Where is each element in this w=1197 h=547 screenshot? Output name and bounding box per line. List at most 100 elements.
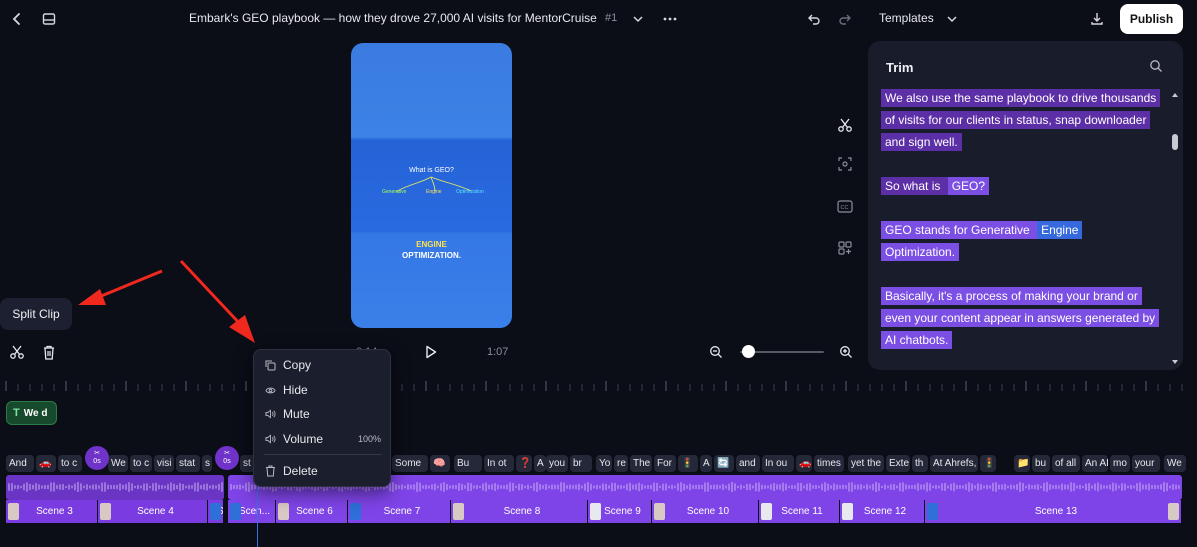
zoom-slider-handle[interactable] [742,345,756,358]
word-chip[interactable]: to c [58,455,82,472]
panel-layout-icon[interactable] [38,8,60,30]
word-chip[interactable]: visi [154,455,174,472]
more-options-icon[interactable] [659,8,681,30]
word-chip[interactable]: 🔄 [714,455,734,472]
scene-clip[interactable]: Scene 9 [588,500,652,523]
transcript-text-selected[interactable]: GEO? [947,177,990,195]
word-track[interactable]: And 🚗 to c We to c visi stat s st Some 🧠 Bu In ot ❓ Ay… [6,455,1186,473]
scene-clip[interactable]: Scen... [228,500,276,523]
templates-dropdown[interactable]: Templates [879,11,934,25]
transcript-text[interactable]: So what is [881,177,948,195]
word-chip[interactable]: We [1164,455,1186,472]
word-chip[interactable]: Bu [454,455,482,472]
scene-clip[interactable]: Scene 13 [925,500,1182,523]
scene-clip[interactable]: Scene 10 [652,500,759,523]
word-chip[interactable]: We [108,455,128,472]
add-elements-icon[interactable] [835,238,855,258]
scissors-icon[interactable] [835,115,855,135]
transcript-paragraph[interactable]: Basically, it's a process of making your… [881,285,1166,351]
word-chip[interactable]: 🧠 [430,455,450,472]
word-chip[interactable]: and [736,455,760,472]
word-chip[interactable]: In ot [484,455,514,472]
word-chip[interactable]: s [202,455,212,472]
focus-icon[interactable] [835,154,855,174]
download-icon[interactable] [1086,8,1108,30]
transcript-paragraph[interactable]: GEO stands for Generative Engine Optimiza… [881,219,1166,263]
split-marker[interactable]: ✂ 0s [215,446,239,470]
word-chip[interactable]: yet the [848,455,884,472]
scene-clip[interactable]: Scene 4 [98,500,208,523]
word-chip[interactable]: stat [176,455,200,472]
word-chip[interactable]: bu [1032,455,1050,472]
word-chip[interactable]: times [814,455,844,472]
word-chip[interactable]: Exte [886,455,910,472]
menu-item-delete[interactable]: Delete [254,460,392,482]
scene-clip[interactable]: Scene 12 [840,500,925,523]
word-chip[interactable]: br [570,455,592,472]
search-icon[interactable] [1149,59,1163,78]
transcript-text[interactable]: GEO stands for Generative [881,221,1038,239]
scene-clip[interactable]: Scene 3 [6,500,98,523]
text-clip[interactable]: T We d [6,401,57,425]
word-chip[interactable]: to c [130,455,152,472]
word-chip[interactable]: Yo [596,455,612,472]
zoom-out-icon[interactable] [706,342,726,362]
timeline-ruler[interactable] [0,378,1197,394]
transcript-scrollbar[interactable] [1171,91,1179,366]
publish-button[interactable]: Publish [1120,4,1183,34]
templates-chevron-icon[interactable] [941,8,963,30]
transcript-paragraph[interactable]: So what is GEO? [881,175,1166,197]
word-chip[interactable]: For [654,455,676,472]
delete-clip-icon[interactable] [39,342,59,362]
word-chip[interactable]: 🚗 [36,455,56,472]
word-chip[interactable]: A [700,455,712,472]
split-marker[interactable]: ✂ 0s [85,446,109,470]
transcript-text[interactable]: Basically, it's a process of making your… [881,287,1160,349]
word-chip[interactable]: ❓ [516,455,532,472]
word-chip[interactable]: 📁 [1014,455,1030,472]
word-chip[interactable]: 🚦 [980,455,996,472]
word-chip[interactable]: of all [1052,455,1080,472]
menu-item-mute[interactable]: Mute [254,403,392,425]
word-chip[interactable]: th [912,455,928,472]
chevron-down-icon[interactable] [627,8,649,30]
word-chip[interactable]: 🚗 [796,455,812,472]
word-chip[interactable]: your [1132,455,1160,472]
zoom-in-icon[interactable] [836,342,856,362]
transcript-text[interactable]: We also use the same playbook to drive t… [881,89,1161,151]
audio-waveform[interactable] [6,475,1182,500]
scene-clip[interactable]: Scene 8 [451,500,588,523]
scene-clip[interactable]: Scene 11 [759,500,840,523]
transcript-text[interactable]: Optimization. [881,243,960,261]
undo-icon[interactable] [803,8,825,30]
scene-clip[interactable]: S [208,500,224,523]
transcript-body[interactable]: We also use the same playbook to drive t… [881,87,1166,367]
split-scissors-icon[interactable] [7,342,27,362]
word-chip[interactable]: In ou [762,455,794,472]
video-preview[interactable]: What is GEO? Generative Engine Optimizat… [351,43,512,328]
word-chip[interactable]: A [534,455,546,472]
word-chip[interactable]: The [630,455,652,472]
play-icon[interactable] [421,342,441,362]
scene-clip[interactable]: Scene 6 [276,500,348,523]
word-chip[interactable]: And [6,455,34,472]
scene-clip[interactable]: Scene 7 [348,500,451,523]
scrollbar-thumb[interactable] [1172,134,1178,150]
transcript-word-current[interactable]: Engine [1037,221,1083,239]
captions-icon[interactable]: CC [835,196,855,216]
menu-item-hide[interactable]: Hide [254,379,392,401]
project-title[interactable]: Embark's GEO playbook — how they drove 2… [189,11,597,25]
word-chip[interactable]: 🚦 [678,455,698,472]
word-chip[interactable]: re [614,455,628,472]
word-chip[interactable]: An AI [1082,455,1108,472]
transcript-paragraph[interactable]: We also use the same playbook to drive t… [881,87,1166,153]
word-chip[interactable]: Some [392,455,428,472]
redo-icon[interactable] [834,8,856,30]
menu-item-copy[interactable]: Copy [254,354,392,376]
word-chip[interactable]: you [546,455,568,472]
scene-track[interactable]: Scene 3 Scene 4 SScen... Scene 6 Scene 7 Scen… [6,500,1182,523]
menu-item-volume[interactable]: Volume 100% [254,428,392,450]
word-chip[interactable]: At Ahrefs, [930,455,978,472]
chevron-left-icon[interactable] [6,8,28,30]
word-chip[interactable]: mo [1110,455,1130,472]
